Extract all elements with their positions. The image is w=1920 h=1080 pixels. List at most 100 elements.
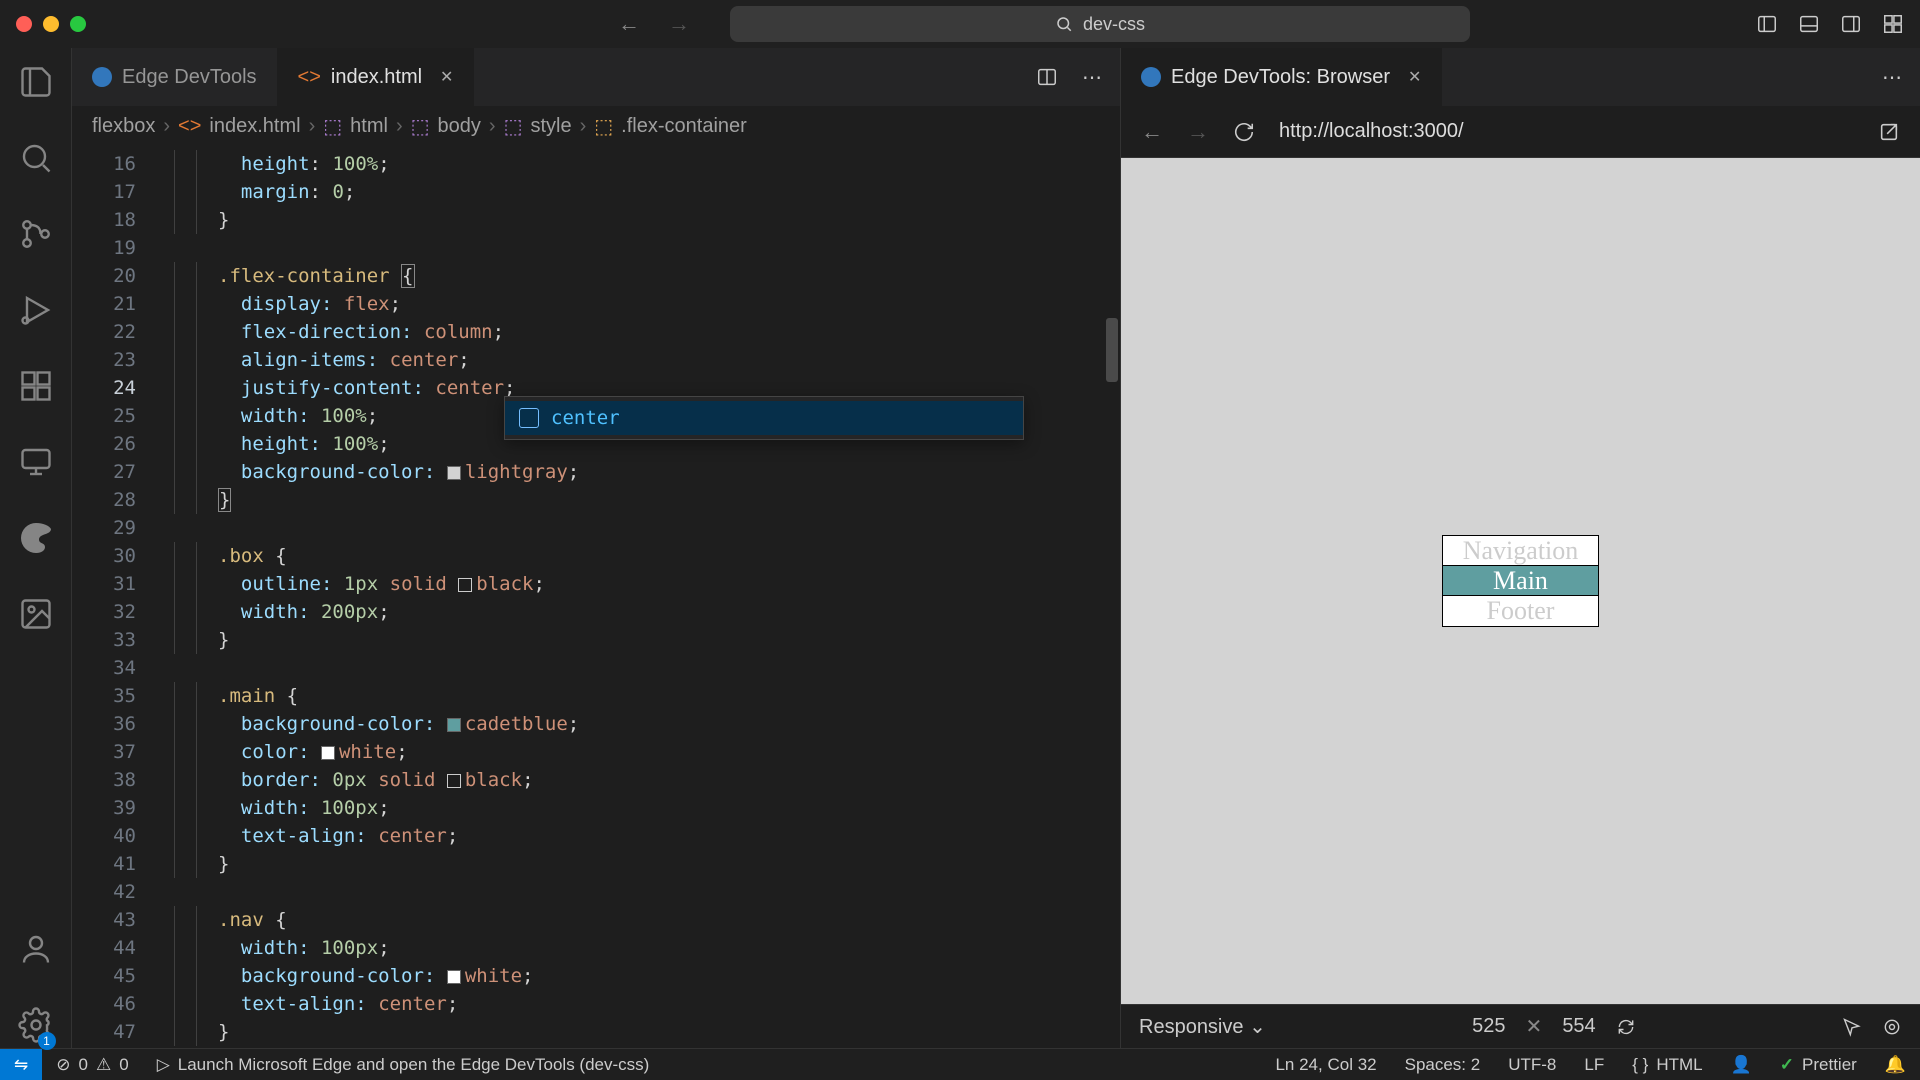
code-content[interactable]: height: 100%; margin: 0; } .flex-contain… [152, 146, 1120, 1048]
inspect-icon[interactable] [1842, 1017, 1862, 1037]
cursor-position[interactable]: Ln 24, Col 32 [1261, 1049, 1390, 1080]
symbol-icon: ⬚ [323, 114, 342, 139]
check-icon: ✓ [1780, 1055, 1794, 1075]
debug-launch-button[interactable]: ▷Launch Microsoft Edge and open the Edge… [143, 1049, 664, 1080]
panel-bottom-icon[interactable] [1798, 13, 1820, 35]
main-box: Main [1443, 566, 1598, 596]
minimize-window-button[interactable] [43, 16, 59, 32]
history-forward-icon[interactable]: → [668, 11, 690, 37]
browser-forward-icon[interactable]: → [1187, 119, 1209, 145]
settings-icon-wrapper[interactable] [18, 1007, 54, 1048]
device-emulation-bar: Responsive ⌄ 525 ✕ 554 [1121, 1004, 1920, 1048]
close-tab-icon[interactable]: ✕ [440, 67, 453, 87]
panel-right-icon[interactable] [1840, 13, 1862, 35]
browser-panel: Edge DevTools: Browser ✕ ⋯ ← → http://lo… [1120, 48, 1920, 1048]
search-sidebar-icon[interactable] [18, 140, 54, 176]
remote-icon: ⇋ [14, 1055, 28, 1075]
remote-explorer-icon[interactable] [18, 444, 54, 480]
editor-tab-actions: ⋯ [1018, 48, 1120, 106]
edge-tools-icon[interactable] [18, 520, 54, 556]
breadcrumb-item[interactable]: .flex-container [621, 115, 747, 138]
html-file-icon: <> [298, 66, 321, 89]
more-actions-icon[interactable]: ⋯ [1082, 65, 1102, 90]
remote-indicator[interactable]: ⇋ [0, 1049, 42, 1080]
image-icon[interactable] [18, 596, 54, 632]
intellisense-item[interactable]: center [505, 401, 1023, 435]
close-tab-icon[interactable]: ✕ [1408, 67, 1421, 87]
eol-status[interactable]: LF [1570, 1049, 1618, 1080]
html-file-icon: <> [178, 115, 201, 138]
editor-tabs: Edge DevTools <> index.html ✕ ⋯ [72, 48, 1120, 106]
window-titlebar: ← → dev-css [0, 0, 1920, 48]
tab-label: Edge DevTools: Browser [1171, 66, 1390, 89]
live-preview-icon[interactable]: 👤 [1717, 1049, 1766, 1080]
edge-icon [1141, 67, 1161, 87]
extensions-icon[interactable] [18, 368, 54, 404]
open-external-icon[interactable] [1878, 121, 1900, 143]
breadcrumb-item[interactable]: style [530, 115, 571, 138]
command-center-text: dev-css [1083, 14, 1145, 35]
accounts-icon[interactable] [18, 931, 54, 967]
prettier-status[interactable]: ✓ Prettier [1766, 1049, 1871, 1080]
panel-left-icon[interactable] [1756, 13, 1778, 35]
rendered-page: Navigation Main Footer [1443, 536, 1598, 626]
tab-edge-devtools[interactable]: Edge DevTools [72, 48, 278, 106]
editor-browser-split: Edge DevTools <> index.html ✕ ⋯ flexbox›… [72, 48, 1920, 1048]
reload-icon[interactable] [1233, 121, 1255, 143]
customize-layout-icon[interactable] [1882, 13, 1904, 35]
warning-icon: ⚠ [96, 1055, 111, 1075]
symbol-icon: ⬚ [504, 114, 523, 139]
editor-scrollbar-thumb[interactable] [1106, 318, 1118, 382]
workbench: Edge DevTools <> index.html ✕ ⋯ flexbox›… [0, 48, 1920, 1048]
encoding-status[interactable]: UTF-8 [1494, 1049, 1570, 1080]
footer-box: Footer [1443, 596, 1598, 626]
viewport-height[interactable]: 554 [1562, 1015, 1595, 1038]
browser-tabs: Edge DevTools: Browser ✕ ⋯ [1121, 48, 1920, 106]
source-control-icon[interactable] [18, 216, 54, 252]
history-nav: ← → [618, 11, 690, 37]
viewport-width[interactable]: 525 [1472, 1015, 1505, 1038]
gear-icon [18, 1007, 54, 1043]
editor-scrollbar-track [1104, 146, 1120, 1048]
browser-viewport[interactable]: Navigation Main Footer [1121, 158, 1920, 1004]
split-editor-icon[interactable] [1036, 66, 1058, 88]
maximize-window-button[interactable] [70, 16, 86, 32]
responsive-dropdown[interactable]: Responsive ⌄ [1139, 1014, 1266, 1039]
notifications-icon[interactable]: 🔔 [1871, 1049, 1920, 1080]
problems-counter[interactable]: ⊘0 ⚠0 [42, 1049, 142, 1080]
language-mode[interactable]: { } HTML [1618, 1049, 1716, 1080]
run-debug-icon[interactable] [18, 292, 54, 328]
search-icon [1055, 15, 1073, 33]
more-actions-icon[interactable]: ⋯ [1882, 65, 1902, 90]
rotate-icon[interactable] [1616, 1017, 1636, 1037]
nav-box: Navigation [1443, 536, 1598, 566]
intellisense-popup[interactable]: center [504, 396, 1024, 440]
breadcrumb-item[interactable]: body [438, 115, 481, 138]
close-icon[interactable]: ✕ [1526, 1014, 1543, 1039]
braces-icon: { } [1632, 1055, 1648, 1075]
tab-edge-browser[interactable]: Edge DevTools: Browser ✕ [1121, 48, 1442, 106]
breadcrumb-item[interactable]: html [350, 115, 388, 138]
breadcrumb-item[interactable]: flexbox [92, 115, 155, 138]
activity-bar [0, 48, 72, 1048]
tab-label: index.html [331, 66, 422, 89]
close-window-button[interactable] [16, 16, 32, 32]
history-back-icon[interactable]: ← [618, 11, 640, 37]
explorer-icon[interactable] [18, 64, 54, 100]
url-input[interactable]: http://localhost:3000/ [1279, 120, 1854, 143]
window-controls [16, 16, 86, 32]
line-number-gutter: 1617181920212223242526272829303132333435… [72, 146, 152, 1048]
breadcrumb[interactable]: flexbox› <> index.html› ⬚ html› ⬚ body› … [72, 106, 1120, 146]
tab-index-html[interactable]: <> index.html ✕ [278, 48, 475, 106]
command-center[interactable]: dev-css [730, 6, 1470, 42]
code-editor[interactable]: 1617181920212223242526272829303132333435… [72, 146, 1120, 1048]
breadcrumb-item[interactable]: index.html [209, 115, 300, 138]
browser-back-icon[interactable]: ← [1141, 119, 1163, 145]
tab-label: Edge DevTools [122, 66, 257, 89]
error-icon: ⊘ [56, 1055, 70, 1075]
symbol-icon: ⬚ [411, 114, 430, 139]
enum-value-icon [519, 408, 539, 428]
target-icon[interactable] [1882, 1017, 1902, 1037]
indentation-status[interactable]: Spaces: 2 [1391, 1049, 1495, 1080]
layout-controls [1756, 13, 1904, 35]
